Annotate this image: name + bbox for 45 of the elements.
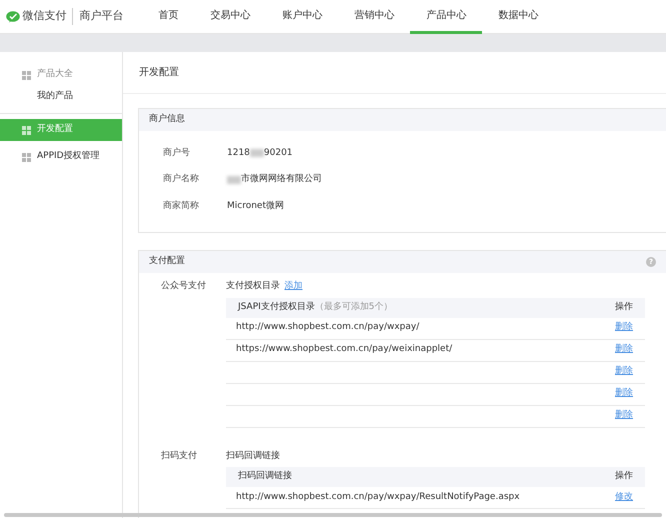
- field-value: Micronet微网: [227, 200, 284, 212]
- field-value: 1218: [227, 146, 250, 160]
- table-cell-text: http://www.shopbest.com.cn/pay/wxpay/ResultNotifyPage.aspx: [236, 490, 520, 504]
- sidebar-item[interactable]: 开发配置: [0, 119, 122, 141]
- field-value: 90201: [264, 146, 293, 160]
- section-subtitle: 扫码回调链接: [226, 450, 280, 462]
- add-link[interactable]: 添加: [284, 280, 302, 294]
- field-label: 商家简称: [162, 200, 200, 212]
- sidebar-item[interactable]: APPID授权管理: [0, 146, 122, 168]
- sidebar-item[interactable]: 产品大全: [0, 64, 122, 86]
- action-link[interactable]: 删除: [615, 387, 633, 401]
- panel-title: 商户信息: [139, 109, 666, 131]
- sidebar-item[interactable]: 我的产品: [0, 86, 122, 108]
- section-label: 扫码支付: [160, 450, 198, 462]
- logo-icon: [6, 10, 20, 22]
- action-link[interactable]: 修改: [615, 490, 633, 504]
- grid-icon: [22, 126, 31, 134]
- column-header: 操作: [615, 470, 633, 484]
- field-label: 商户名称: [162, 173, 200, 186]
- action-link[interactable]: 删除: [615, 365, 633, 379]
- table-cell-text: https://www.shopbest.com.cn/pay/weixinapplet/: [236, 343, 452, 356]
- brand-name: 微信支付: [22, 8, 66, 24]
- panel-title: 支付配置: [149, 255, 185, 268]
- column-note: （最多可添加5个）: [314, 302, 393, 312]
- grid-icon: [22, 70, 31, 80]
- nav-tab[interactable]: 交易中心: [194, 0, 266, 34]
- action-link[interactable]: 删除: [615, 321, 633, 335]
- column-header: JSAPI支付授权目录: [238, 302, 315, 312]
- nav-tab[interactable]: 账户中心: [266, 0, 338, 34]
- action-link[interactable]: 删除: [615, 343, 633, 357]
- nav-tab[interactable]: 数据中心: [482, 0, 554, 34]
- section-subtitle: 支付授权目录: [226, 280, 280, 293]
- page-title: 开发配置: [123, 52, 666, 94]
- table-cell-text: http://www.shopbest.com.cn/pay/wxpay/: [236, 321, 420, 334]
- field-label: 商户号: [162, 146, 191, 160]
- column-header: 操作: [615, 300, 633, 314]
- grid-icon: [22, 152, 31, 162]
- platform-name: 商户平台: [72, 8, 124, 25]
- section-label: 公众号支付: [160, 280, 207, 293]
- nav-tab[interactable]: 营销中心: [338, 0, 410, 34]
- column-header: 扫码回调链接: [238, 471, 292, 482]
- scrollbar[interactable]: [4, 513, 662, 517]
- action-link[interactable]: 删除: [615, 409, 633, 423]
- nav-tab[interactable]: 首页: [142, 0, 194, 34]
- field-value: 市微网网络有限公司: [241, 173, 322, 186]
